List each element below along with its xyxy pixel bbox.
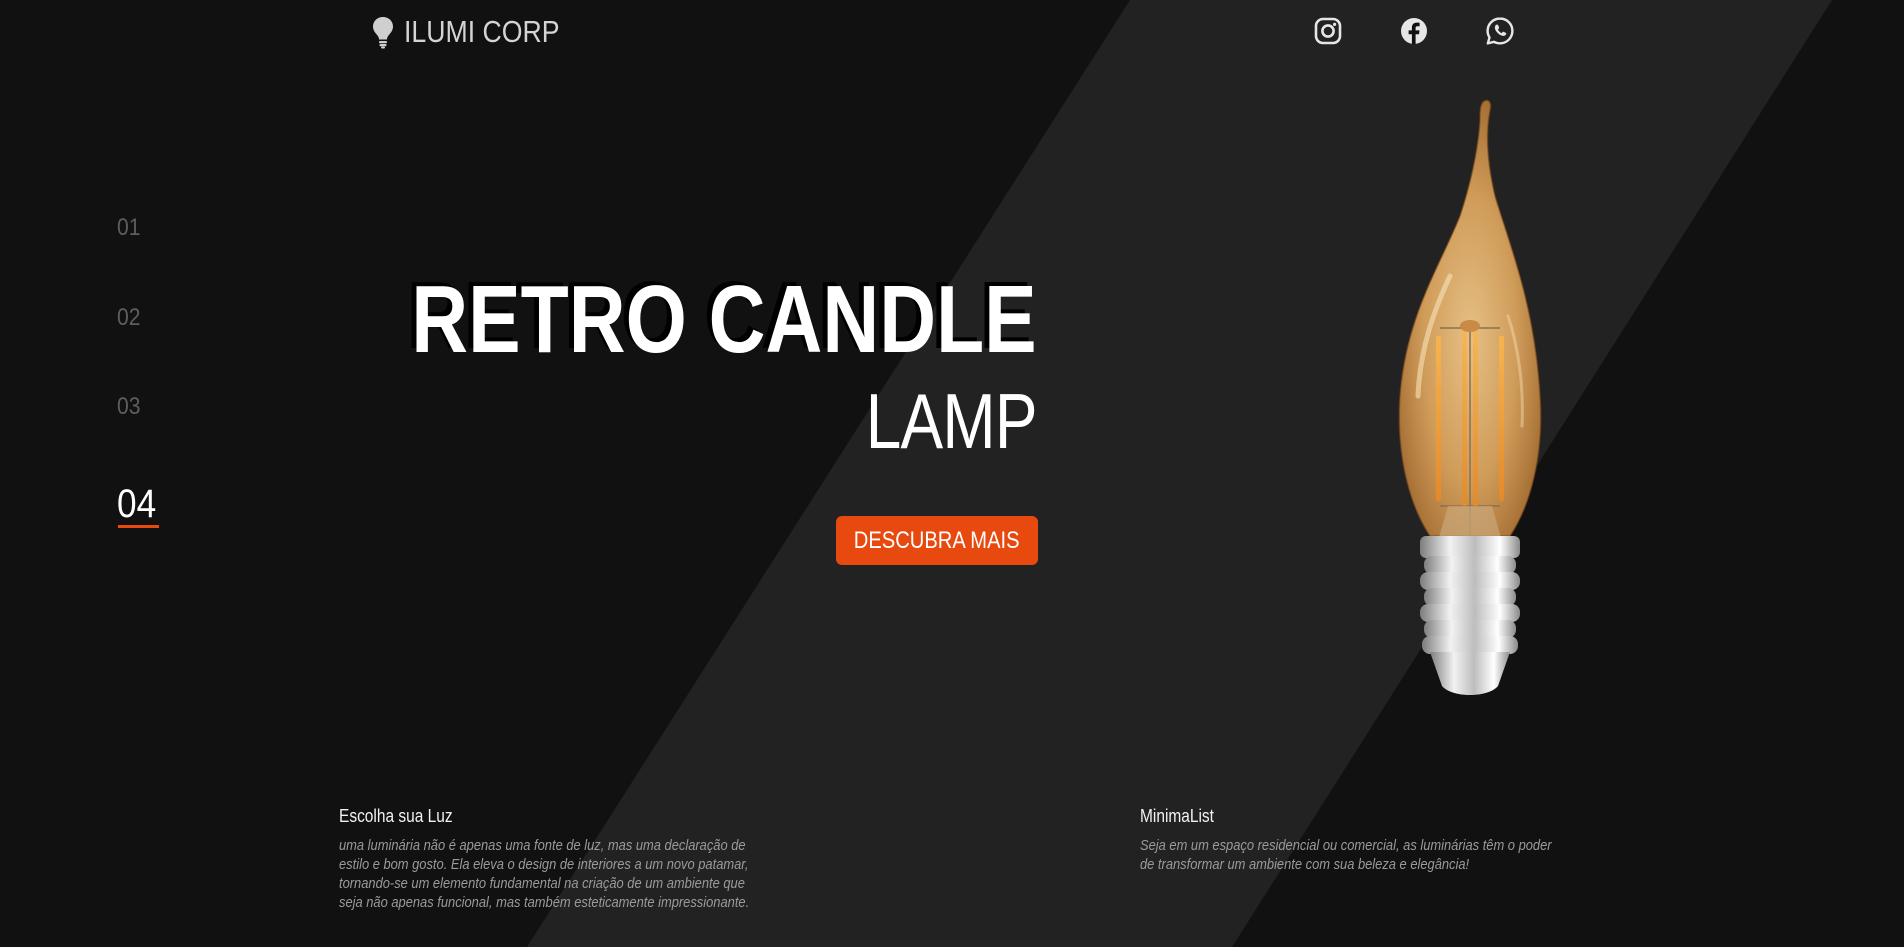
- info-choose-light: Escolha sua Luz uma luminária não é apen…: [339, 806, 839, 912]
- facebook-icon[interactable]: [1398, 15, 1430, 47]
- brand-name: ILUMI CORP: [404, 14, 560, 49]
- slide-number-02[interactable]: 02: [117, 304, 140, 332]
- background-diagonal-stripe: [527, 0, 1832, 947]
- info-minimalist: MinimaList Seja em um espaço residencial…: [1140, 806, 1620, 874]
- active-slide-indicator: [118, 525, 159, 528]
- slide-number-03[interactable]: 03: [117, 393, 140, 421]
- hero-title: RETRO CANDLE LAMP: [274, 266, 1038, 465]
- hero-title-line2: LAMP: [866, 377, 1038, 465]
- brand-logo[interactable]: ILUMI CORP: [370, 14, 585, 50]
- info-choose-light-title: Escolha sua Luz: [339, 806, 453, 826]
- info-minimalist-title: MinimaList: [1140, 806, 1214, 826]
- info-minimalist-text: Seja em um espaço residencial ou comerci…: [1140, 837, 1552, 873]
- instagram-icon[interactable]: [1312, 15, 1344, 47]
- candle-lamp-image: [1398, 99, 1542, 695]
- info-choose-light-text: uma luminária não é apenas uma fonte de …: [339, 837, 750, 911]
- discover-more-label: DESCUBRA MAIS: [854, 526, 1020, 554]
- social-links: [1312, 15, 1516, 47]
- hero-title-line1: RETRO CANDLE: [411, 266, 1037, 373]
- slide-number-01[interactable]: 01: [117, 214, 140, 242]
- lightbulb-icon: [373, 17, 393, 49]
- slide-number-04-active[interactable]: 04: [117, 482, 156, 527]
- whatsapp-icon[interactable]: [1484, 15, 1516, 47]
- discover-more-button[interactable]: DESCUBRA MAIS: [836, 516, 1038, 565]
